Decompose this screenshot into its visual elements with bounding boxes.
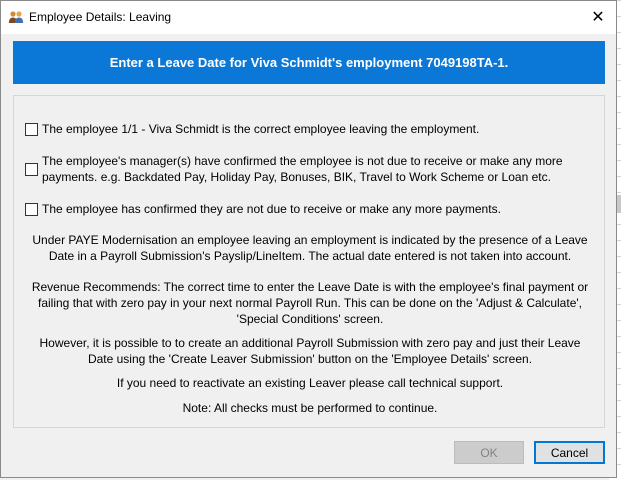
reactivate-leaver-text: If you need to reactivate an existing Le…: [116, 376, 504, 390]
check-correct-employee[interactable]: The employee 1/1 - Viva Schmidt is the c…: [25, 121, 479, 137]
cancel-button[interactable]: Cancel: [534, 441, 605, 464]
paye-modernisation-text: Under PAYE Modernisation an employee lea…: [32, 233, 588, 263]
all-checks-note: Note: All checks must be performed to co…: [182, 401, 438, 415]
employee-leaving-dialog: Employee Details: Leaving ✕ Enter a Leav…: [0, 0, 617, 478]
banner-text: Enter a Leave Date for Viva Schmidt's em…: [109, 55, 509, 70]
revenue-recommends-text: Revenue Recommends: The correct time to …: [31, 280, 589, 326]
check-label: The employee 1/1 - Viva Schmidt is the c…: [42, 122, 480, 136]
checkbox-icon[interactable]: [25, 163, 38, 176]
check-label: The employee has confirmed they are not …: [42, 202, 501, 216]
close-icon: ✕: [591, 9, 605, 26]
leaver-submission-text: However, it is possible to to create an …: [39, 336, 581, 366]
check-employee-confirmed[interactable]: The employee has confirmed they are not …: [25, 201, 501, 217]
title-bar[interactable]: Employee Details: Leaving ✕: [1, 1, 616, 34]
window-title: Employee Details: Leaving: [29, 10, 172, 24]
people-icon: [8, 10, 24, 24]
ok-button[interactable]: OK: [454, 441, 524, 464]
close-button[interactable]: ✕: [584, 5, 612, 29]
checkbox-icon[interactable]: [25, 123, 38, 136]
header-banner: Enter a Leave Date for Viva Schmidt's em…: [13, 41, 605, 84]
checkbox-icon[interactable]: [25, 203, 38, 216]
check-label: The employee's manager(s) have confirmed…: [42, 154, 563, 184]
check-manager-confirmed[interactable]: The employee's manager(s) have confirmed…: [25, 153, 563, 185]
